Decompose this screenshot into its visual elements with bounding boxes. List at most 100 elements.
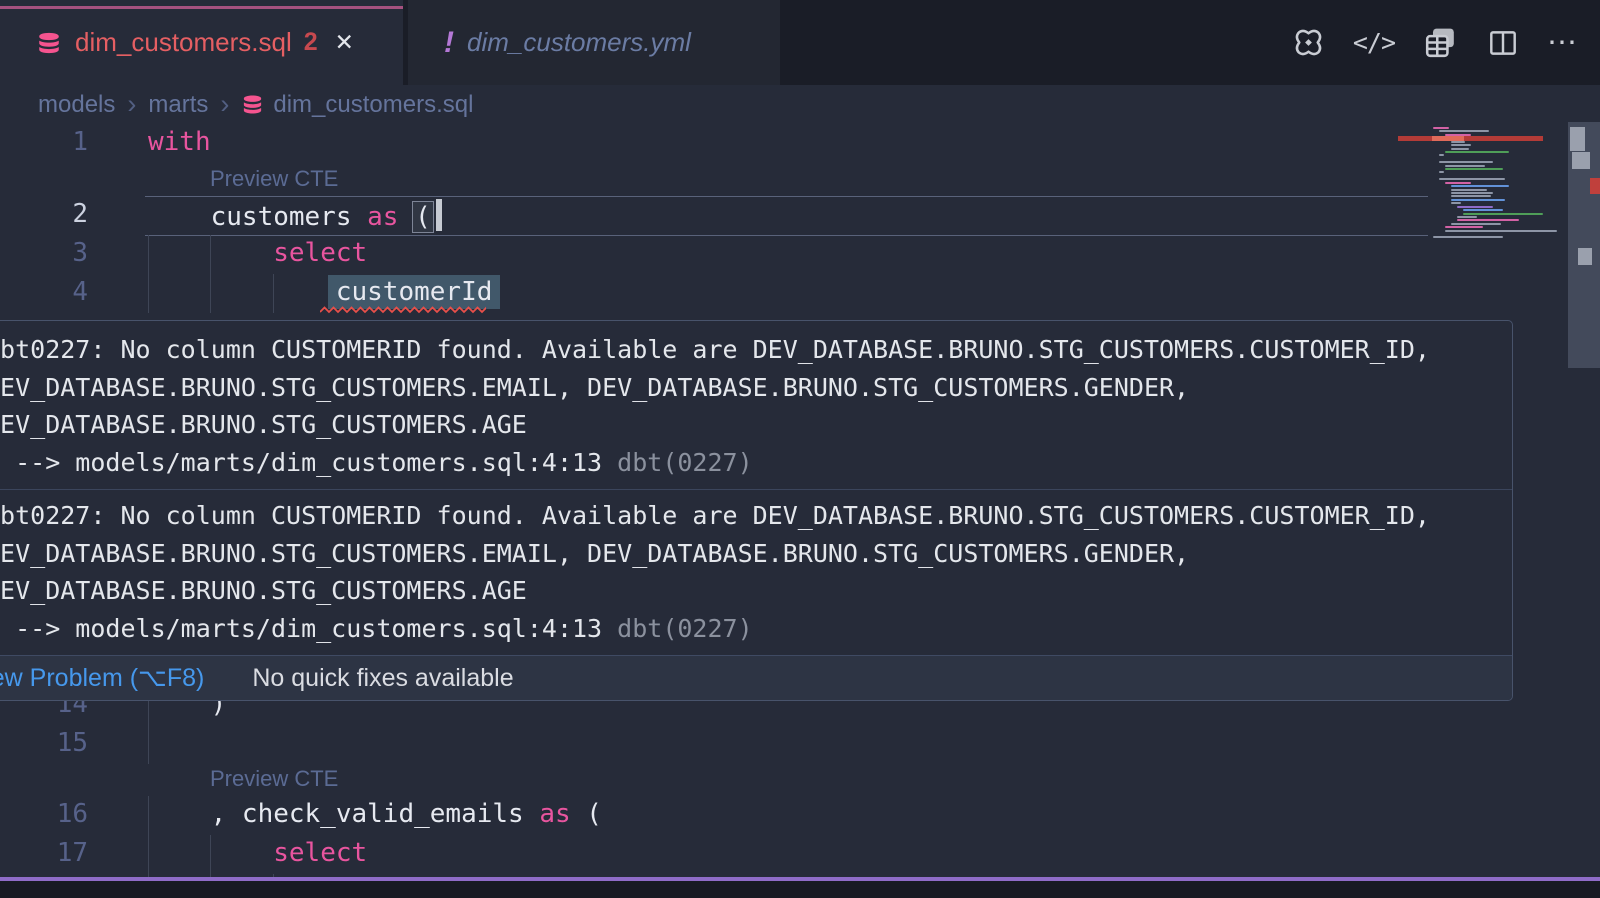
minimap-code-row [1463,209,1503,211]
query-results-icon[interactable] [1422,24,1459,61]
minimap-code-row [1445,182,1471,184]
chevron-right-icon: › [127,89,136,120]
tab-dim-customers-yml[interactable]: ! dim_customers.yml [408,0,780,85]
minimap-code-row [1439,161,1493,163]
error-code: dbt(0227) [602,614,753,643]
minimap-code-row [1439,130,1489,132]
codelens-row: Preview CTE [0,163,1600,196]
editor-actions: </> ⋯ [1291,0,1578,85]
minimap-code-row [1439,178,1505,180]
error-message-line: dbt0227: No column CUSTOMERID found. Ava… [0,331,1498,369]
line-number: 15 [0,728,88,758]
editor-window: dim_customers.sql 2 ✕ ! dim_customers.ym… [0,0,1600,898]
error-location-line: --> models/marts/dim_customers.sql:4:13 … [0,610,1498,648]
dbt-power-user-icon[interactable] [1291,25,1326,60]
breadcrumb-models[interactable]: models [38,91,115,119]
quick-fix-hint: No quick fixes available [252,664,513,693]
code-text: select [148,838,367,868]
code-line[interactable]: 3 select [0,235,1600,274]
warning-icon: ! [444,26,454,60]
minimap-code-row [1445,151,1509,153]
minimap-code-row [1433,127,1449,129]
minimap-code-row [1457,219,1519,221]
code-line[interactable]: 16 , check_valid_emails as ( [0,796,1600,835]
codelens-preview-cte[interactable]: Preview CTE [210,766,338,792]
codelens-preview-cte[interactable]: Preview CTE [210,166,338,192]
split-editor-icon[interactable] [1486,26,1520,60]
tab-dim-customers-sql[interactable]: dim_customers.sql 2 ✕ [0,0,403,85]
scrollbar-decoration [1578,248,1592,265]
breadcrumb: models › marts › dim_customers.sql [38,85,473,124]
indent-guide [148,725,149,764]
code-text: customers as ( [148,199,442,232]
line-number: 3 [0,238,88,268]
line-number: 17 [0,838,88,868]
breadcrumb-marts[interactable]: marts [148,91,208,119]
minimap-code-row [1451,141,1465,143]
minimap-code-row [1445,165,1485,167]
minimap-code-row [1451,148,1469,150]
minimap-code-row [1451,189,1487,191]
compile-code-icon[interactable]: </> [1353,28,1395,57]
codelens-row: Preview CTE [0,763,1600,796]
tab-bar: dim_customers.sql 2 ✕ ! dim_customers.ym… [0,0,1600,85]
error-message-line: dbt0227: No column CUSTOMERID found. Ava… [0,497,1498,535]
hover-status-bar: View Problem (⌥F8) No quick fixes availa… [0,655,1512,700]
tab-problem-badge: 2 [304,28,318,57]
line-number: 4 [0,277,88,307]
code-line[interactable]: 15 [0,725,1600,764]
scrollbar-decoration [1570,127,1585,151]
minimap-code-row [1445,168,1503,170]
scrollbar-decoration [1572,152,1590,169]
code-line[interactable]: 4 customerId [0,274,1600,313]
code-text: select [148,238,367,268]
error-message-block: dbt0227: No column CUSTOMERID found. Ava… [0,321,1512,489]
error-squiggle [320,306,486,314]
minimap-code-row [1451,223,1501,225]
error-message-block: dbt0227: No column CUSTOMERID found. Ava… [0,490,1512,655]
close-icon[interactable]: ✕ [335,29,354,56]
view-problem-link[interactable]: View Problem (⌥F8) [0,663,204,693]
error-message-line: DEV_DATABASE.BRUNO.STG_CUSTOMERS.AGE [0,406,1498,444]
more-actions-icon[interactable]: ⋯ [1547,25,1578,60]
tab-label: dim_customers.sql [75,27,292,58]
error-code: dbt(0227) [602,448,753,477]
code-line[interactable]: 1 with [0,124,1600,163]
minimap-code-row [1451,144,1471,146]
minimap-code-row [1451,192,1493,194]
database-icon [36,30,62,56]
minimap-code-row [1457,206,1493,208]
code-text: , check_valid_emails as ( [148,799,602,829]
bracket-match: ( [412,201,434,233]
minimap-code-row [1451,185,1509,187]
chevron-right-icon: › [220,89,229,120]
minimap-code-row [1451,199,1505,201]
database-icon [241,93,264,116]
error-hover-popup: dbt0227: No column CUSTOMERID found. Ava… [0,320,1513,701]
minimap-code-row [1439,171,1444,173]
minimap-code-row [1451,202,1461,204]
minimap-code-row [1457,216,1477,218]
minimap-code-row [1445,226,1483,228]
line-number: 2 [0,199,88,229]
error-token-customerid: customerId [328,275,501,309]
code-text: with [148,127,211,157]
code-line[interactable]: 17 select [0,835,1600,874]
text-cursor [436,199,442,231]
panel-sash[interactable] [0,877,1600,881]
breadcrumb-file[interactable]: dim_customers.sql [241,91,473,119]
scrollbar[interactable] [1568,85,1600,877]
tab-label: dim_customers.yml [467,27,691,58]
line-number: 16 [0,799,88,829]
line-number: 1 [0,127,88,157]
minimap-error-line [1398,136,1543,141]
error-message-line: DEV_DATABASE.BRUNO.STG_CUSTOMERS.EMAIL, … [0,535,1498,573]
scrollbar-error-mark [1590,178,1600,194]
minimap-code-row [1451,195,1491,197]
panel-edge [0,881,1600,898]
code-line[interactable]: 2 customers as ( [0,196,1600,235]
minimap-code-row [1463,213,1543,215]
error-message-line: DEV_DATABASE.BRUNO.STG_CUSTOMERS.AGE [0,572,1498,610]
error-message-line: DEV_DATABASE.BRUNO.STG_CUSTOMERS.EMAIL, … [0,369,1498,407]
code-text: customerId [148,277,492,307]
